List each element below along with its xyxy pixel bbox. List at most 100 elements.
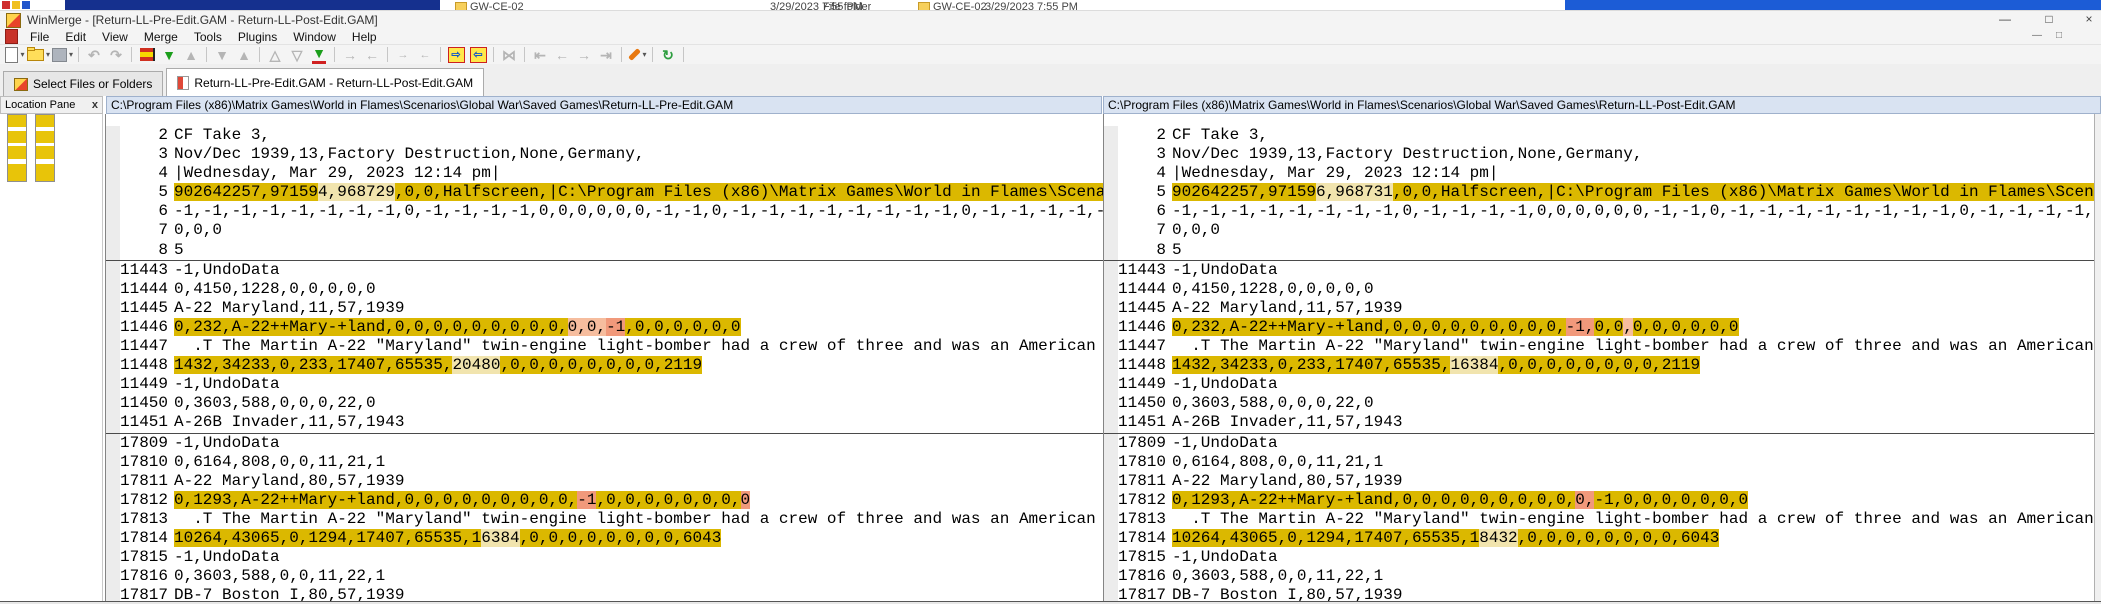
- diff-location-band[interactable]: [36, 146, 54, 159]
- code-row[interactable]: 85: [1104, 240, 2094, 260]
- tab-file-comparison[interactable]: Return-LL-Pre-Edit.GAM - Return-LL-Post-…: [166, 68, 485, 96]
- code-row[interactable]: 2 CF Take 3,: [106, 126, 1103, 146]
- code-row[interactable]: 11450 0,3603,588,0,0,0,22,0: [106, 394, 1103, 414]
- menu-item-edit[interactable]: Edit: [57, 29, 94, 45]
- code-row[interactable]: 17813 .T The Martin A-22 "Maryland" twin…: [106, 509, 1103, 529]
- menu-item-help[interactable]: Help: [344, 29, 385, 45]
- previous-difference-button[interactable]: ▲: [181, 46, 201, 64]
- copy-left-button[interactable]: ←: [362, 46, 382, 64]
- code-row[interactable]: 11448 1432,34233,0,233,17407,65535,16384,…: [1104, 356, 2094, 376]
- code-row[interactable]: 17817 DB-7 Boston I,80,57,1939: [1104, 586, 2094, 601]
- code-row[interactable]: 11445 A-22 Maryland,11,57,1939: [106, 298, 1103, 318]
- code-row[interactable]: 5 902642257,971594,968729,0,0,Halfscreen,…: [106, 183, 1103, 203]
- code-row[interactable]: 7 0,0,0: [106, 221, 1103, 241]
- code-row[interactable]: 4 |Wednesday, Mar 29, 2023 12:14 pm|: [1104, 164, 2094, 184]
- menu-item-plugins[interactable]: Plugins: [230, 29, 285, 45]
- copy-left-and-advance-button[interactable]: ←: [415, 46, 435, 64]
- code-row[interactable]: 6 -1,-1,-1,-1,-1,-1,-1,-1,0,-1,-1,-1,-1,0…: [1104, 202, 2094, 222]
- mdi-restore-button[interactable]: □: [2050, 30, 2068, 42]
- code-row[interactable]: 11444 0,4150,1228,0,0,0,0,0: [1104, 279, 2094, 299]
- code-row[interactable]: 3 Nov/Dec 1939,13,Factory Destruction,Non…: [1104, 145, 2094, 165]
- code-row[interactable]: 3 Nov/Dec 1939,13,Factory Destruction,Non…: [106, 145, 1103, 165]
- undo-button[interactable]: ↶: [84, 46, 104, 64]
- code-row[interactable]: 11447 .T The Martin A-22 "Maryland" twin…: [106, 337, 1103, 357]
- minimize-button[interactable]: —: [1988, 11, 2022, 29]
- diff-location-band[interactable]: [8, 164, 26, 181]
- code-row[interactable]: 11446 0,232,A-22++Mary-+land,0,0,0,0,0,0,…: [106, 317, 1103, 338]
- copy-right-button[interactable]: →: [340, 46, 360, 64]
- diff-location-band[interactable]: [8, 115, 26, 127]
- dropdown-arrow-icon[interactable]: ▾: [20, 50, 24, 59]
- location-pane-strip-left[interactable]: [7, 114, 27, 182]
- code-row[interactable]: 17811 A-22 Maryland,80,57,1939: [1104, 471, 2094, 491]
- diff-location-band[interactable]: [36, 131, 54, 143]
- mdi-minimize-button[interactable]: —: [2028, 30, 2046, 42]
- next-conflict-button[interactable]: ▼: [212, 46, 232, 64]
- maximize-button[interactable]: □: [2032, 11, 2066, 29]
- code-row[interactable]: 17812 0,1293,A-22++Mary-+land,0,0,0,0,0,0…: [106, 490, 1103, 510]
- code-row[interactable]: 17813 .T The Martin A-22 "Maryland" twin…: [1104, 509, 2094, 529]
- new-file-button[interactable]: ▾: [5, 46, 25, 64]
- code-row[interactable]: 6 -1,-1,-1,-1,-1,-1,-1,-1,0,-1,-1,-1,-1,0…: [106, 202, 1103, 222]
- code-row[interactable]: 85: [106, 240, 1103, 260]
- code-row[interactable]: 17810 0,6164,808,0,0,11,21,1: [106, 452, 1103, 472]
- first-difference-button[interactable]: △: [265, 46, 285, 64]
- all-differences-button[interactable]: ▼: [309, 45, 329, 64]
- last-difference-button[interactable]: ▽: [287, 46, 307, 64]
- auto-merge-button[interactable]: ⋈: [499, 46, 519, 64]
- copy-all-left-button[interactable]: [468, 46, 488, 64]
- last-file-button[interactable]: ⇥: [596, 46, 616, 64]
- code-row[interactable]: 17815 -1,UndoData: [1104, 548, 2094, 568]
- code-row[interactable]: 11450 0,3603,588,0,0,0,22,0: [1104, 394, 2094, 414]
- code-row[interactable]: 7 0,0,0: [1104, 221, 2094, 241]
- code-row[interactable]: 11449 -1,UndoData: [1104, 375, 2094, 395]
- menu-item-file[interactable]: File: [22, 29, 57, 45]
- vertical-scrollbar[interactable]: [2094, 114, 2101, 601]
- copy-right-and-advance-button[interactable]: →: [393, 46, 413, 64]
- dropdown-arrow-icon[interactable]: ▾: [46, 50, 50, 59]
- previous-file-button[interactable]: ←: [552, 46, 572, 64]
- next-difference-button[interactable]: ▼: [159, 46, 179, 64]
- code-row[interactable]: 4 |Wednesday, Mar 29, 2023 12:14 pm|: [106, 164, 1103, 184]
- code-row[interactable]: 11449 -1,UndoData: [106, 375, 1103, 395]
- code-row[interactable]: 17816 0,3603,588,0,0,11,22,1: [106, 567, 1103, 587]
- dropdown-arrow-icon[interactable]: ▾: [69, 50, 73, 59]
- code-row[interactable]: 17811 A-22 Maryland,80,57,1939: [106, 471, 1103, 491]
- diff-location-band[interactable]: [8, 146, 26, 159]
- code-row[interactable]: 17810 0,6164,808,0,0,11,21,1: [1104, 452, 2094, 472]
- dropdown-arrow-icon[interactable]: ▾: [643, 50, 647, 59]
- code-row[interactable]: 17816 0,3603,588,0,0,11,22,1: [1104, 567, 2094, 587]
- code-row[interactable]: 11451 A-26B Invader,11,57,1943: [1104, 413, 2094, 433]
- menu-item-view[interactable]: View: [94, 29, 136, 45]
- close-button[interactable]: ×: [2072, 11, 2101, 29]
- previous-conflict-button[interactable]: ▲: [234, 46, 254, 64]
- code-row[interactable]: 11444 0,4150,1228,0,0,0,0,0: [106, 279, 1103, 299]
- options-button[interactable]: ▾: [627, 46, 647, 64]
- tab-select-files-or-folders[interactable]: Select Files or Folders: [3, 71, 164, 96]
- menu-item-tools[interactable]: Tools: [186, 29, 230, 45]
- code-row[interactable]: 17814 10264,43065,0,1294,17407,65535,1638…: [106, 528, 1103, 549]
- next-file-button[interactable]: →: [574, 46, 594, 64]
- redo-button[interactable]: ↷: [106, 46, 126, 64]
- first-file-button[interactable]: ⇤: [530, 46, 550, 64]
- code-row[interactable]: 5 902642257,971596,968731,0,0,Halfscreen,…: [1104, 183, 2094, 203]
- diff-pane-right[interactable]: 2 CF Take 3, 3 Nov/Dec 1939,13,Factory Dest…: [1103, 114, 2094, 601]
- diff-location-band[interactable]: [36, 115, 54, 127]
- code-row[interactable]: 11447 .T The Martin A-22 "Maryland" twin…: [1104, 337, 2094, 357]
- copy-all-right-button[interactable]: [446, 46, 466, 64]
- location-pane-close-icon[interactable]: x: [92, 97, 98, 113]
- code-row[interactable]: 17817 DB-7 Boston I,80,57,1939: [106, 586, 1103, 601]
- code-row[interactable]: 11448 1432,34233,0,233,17407,65535,20480,…: [106, 356, 1103, 376]
- code-row[interactable]: 17809 -1,UndoData: [106, 432, 1103, 453]
- code-row[interactable]: 11443 -1,UndoData: [106, 259, 1103, 280]
- save-button[interactable]: ▾: [52, 46, 73, 64]
- diff-location-band[interactable]: [36, 164, 54, 181]
- refresh-button[interactable]: ↻: [658, 46, 678, 64]
- current-difference-button[interactable]: [137, 46, 157, 64]
- menu-item-window[interactable]: Window: [285, 29, 344, 45]
- code-row[interactable]: 11446 0,232,A-22++Mary-+land,0,0,0,0,0,0,…: [1104, 317, 2094, 338]
- code-row[interactable]: 17814 10264,43065,0,1294,17407,65535,1843…: [1104, 528, 2094, 549]
- location-pane-strip-right[interactable]: [35, 114, 55, 182]
- code-row[interactable]: 17812 0,1293,A-22++Mary-+land,0,0,0,0,0,0…: [1104, 490, 2094, 510]
- code-row[interactable]: 17815 -1,UndoData: [106, 548, 1103, 568]
